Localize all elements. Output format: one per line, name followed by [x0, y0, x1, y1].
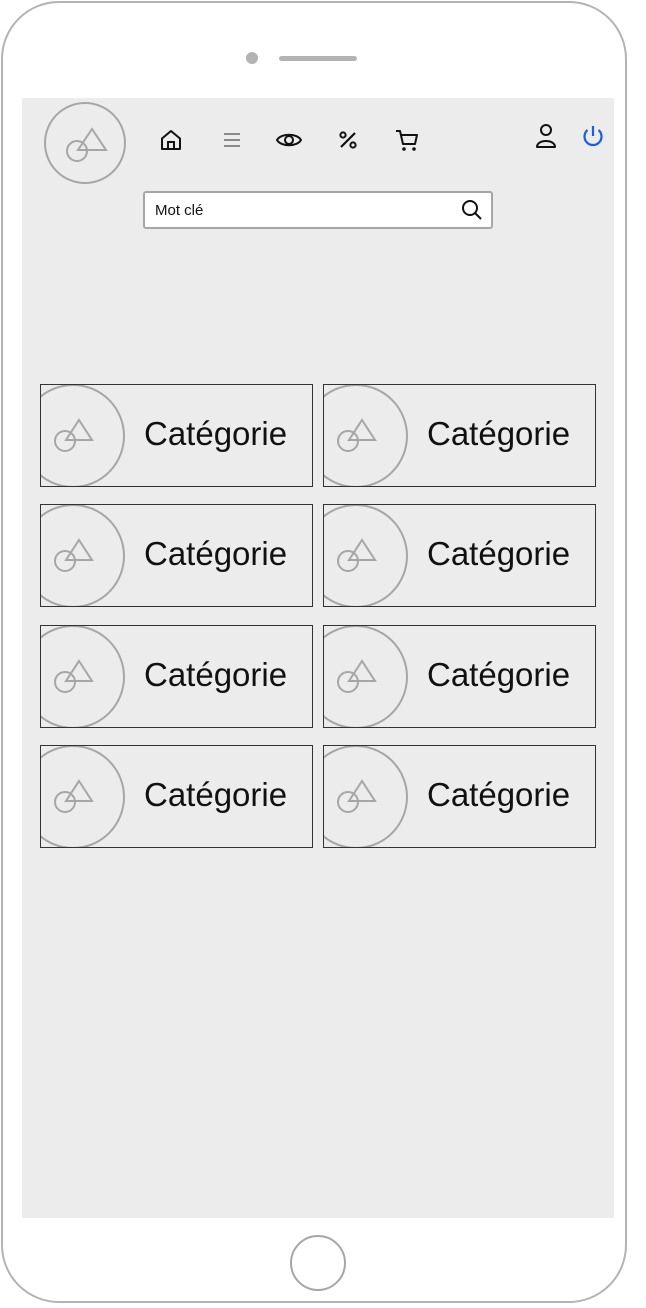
category-label: Catégorie — [144, 656, 288, 693]
category-card[interactable]: Catégorie — [323, 504, 596, 607]
image-placeholder-icon — [54, 659, 94, 693]
power-icon[interactable] — [579, 122, 607, 150]
camera-dot — [246, 52, 258, 64]
image-placeholder-icon — [337, 779, 377, 813]
category-label: Catégorie — [144, 776, 288, 813]
percent-icon[interactable] — [334, 126, 362, 154]
category-image — [41, 505, 125, 606]
category-card[interactable]: Catégorie — [323, 625, 596, 728]
category-label: Catégorie — [427, 776, 571, 813]
search-box — [143, 191, 493, 229]
image-placeholder-icon — [337, 418, 377, 452]
app-screen: Catégorie Catégorie Catégorie — [22, 98, 614, 1218]
category-image — [41, 626, 125, 727]
image-placeholder-icon — [337, 538, 377, 572]
category-card[interactable]: Catégorie — [40, 625, 313, 728]
image-placeholder-icon — [54, 779, 94, 813]
image-placeholder-icon — [337, 659, 377, 693]
user-icon[interactable] — [532, 122, 560, 150]
category-card[interactable]: Catégorie — [323, 745, 596, 848]
phone-frame: Catégorie Catégorie Catégorie — [1, 1, 627, 1303]
cart-icon[interactable] — [393, 126, 421, 154]
category-label: Catégorie — [144, 535, 288, 572]
eye-icon[interactable] — [275, 126, 303, 154]
speaker-slot — [279, 56, 357, 61]
home-icon[interactable] — [157, 126, 185, 154]
category-label: Catégorie — [427, 535, 571, 572]
category-card[interactable]: Catégorie — [40, 504, 313, 607]
image-placeholder-icon — [54, 538, 94, 572]
category-image — [324, 746, 408, 847]
category-card[interactable]: Catégorie — [323, 384, 596, 487]
category-image — [324, 385, 408, 486]
category-image — [41, 746, 125, 847]
menu-icon[interactable] — [218, 126, 246, 154]
app-logo[interactable] — [44, 102, 126, 184]
category-card[interactable]: Catégorie — [40, 384, 313, 487]
category-card[interactable]: Catégorie — [40, 745, 313, 848]
image-placeholder-icon — [66, 127, 108, 162]
category-label: Catégorie — [427, 656, 571, 693]
category-image — [41, 385, 125, 486]
search-input[interactable] — [155, 193, 455, 227]
search-icon[interactable] — [461, 199, 483, 221]
image-placeholder-icon — [54, 418, 94, 452]
category-image — [324, 626, 408, 727]
category-label: Catégorie — [144, 415, 288, 452]
home-button[interactable] — [290, 1235, 346, 1291]
category-label: Catégorie — [427, 415, 571, 452]
category-image — [324, 505, 408, 606]
